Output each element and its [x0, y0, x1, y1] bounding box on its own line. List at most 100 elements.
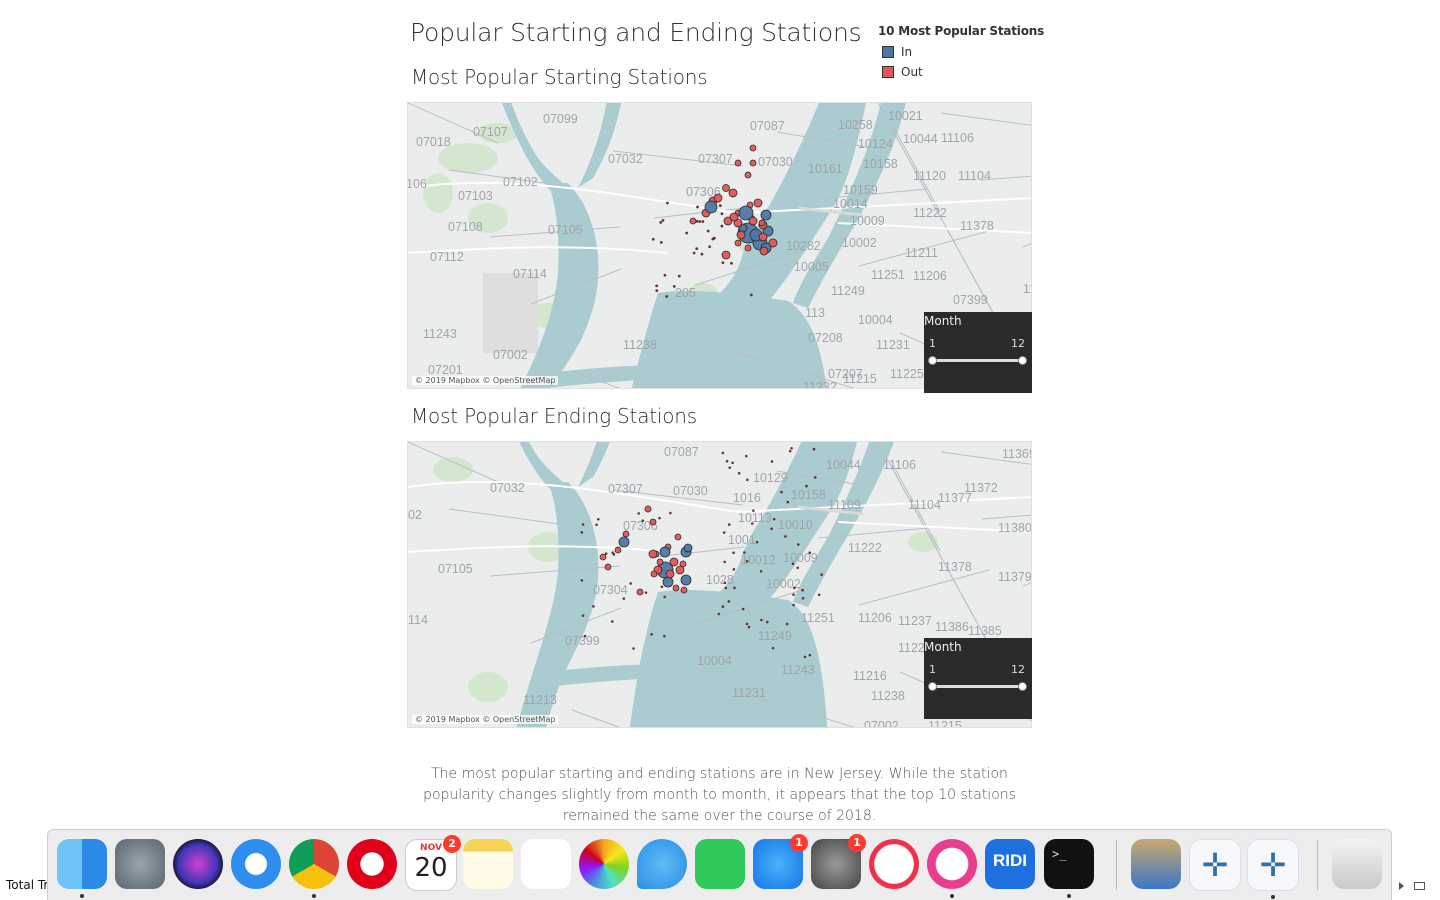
station-mark[interactable]	[674, 533, 682, 541]
station-mark[interactable]	[770, 527, 773, 531]
tableau-icon[interactable]: ✛	[1247, 839, 1299, 899]
station-mark[interactable]	[723, 560, 726, 564]
station-mark[interactable]	[746, 478, 749, 482]
station-mark[interactable]	[665, 295, 669, 298]
station-mark[interactable]	[712, 236, 716, 240]
station-mark[interactable]	[680, 574, 692, 586]
station-mark[interactable]	[758, 232, 768, 242]
station-mark[interactable]	[596, 517, 600, 521]
station-mark[interactable]	[698, 220, 702, 224]
station-mark[interactable]	[805, 484, 808, 488]
station-mark[interactable]	[717, 612, 721, 616]
station-mark[interactable]	[747, 625, 751, 629]
reminders-icon[interactable]	[521, 839, 571, 889]
station-mark[interactable]	[753, 198, 763, 208]
station-mark[interactable]	[708, 245, 712, 249]
system-preferences-icon[interactable]: 1	[811, 834, 866, 889]
station-mark[interactable]	[683, 543, 693, 553]
station-mark[interactable]	[663, 634, 666, 638]
app-store-icon[interactable]: 1	[753, 834, 808, 889]
station-mark[interactable]	[595, 523, 598, 527]
station-mark[interactable]	[581, 614, 585, 617]
station-mark[interactable]	[796, 566, 800, 570]
station-mark[interactable]	[622, 597, 626, 600]
news-icon[interactable]	[869, 839, 919, 889]
station-mark[interactable]	[791, 562, 795, 566]
station-mark[interactable]	[665, 201, 669, 205]
station-mark[interactable]	[720, 224, 724, 228]
station-mark[interactable]	[752, 509, 755, 512]
station-mark[interactable]	[658, 516, 661, 520]
station-mark[interactable]	[722, 184, 730, 192]
station-mark[interactable]	[680, 586, 688, 594]
end-month-slider-track[interactable]	[933, 685, 1023, 688]
station-mark[interactable]	[817, 593, 821, 597]
station-mark[interactable]	[704, 200, 718, 214]
station-mark[interactable]	[721, 451, 725, 455]
station-mark[interactable]	[692, 251, 696, 255]
station-mark[interactable]	[629, 582, 632, 585]
station-mark[interactable]	[820, 573, 823, 576]
station-mark[interactable]	[788, 449, 792, 453]
station-mark[interactable]	[771, 646, 775, 650]
notes-icon[interactable]	[463, 839, 513, 889]
end-month-slider-max-handle[interactable]	[1018, 682, 1027, 691]
itunes-icon[interactable]	[927, 839, 977, 898]
station-mark[interactable]	[721, 605, 725, 608]
station-mark[interactable]	[677, 274, 681, 278]
station-mark[interactable]	[618, 536, 630, 548]
ridi-icon[interactable]: RIDI	[985, 839, 1035, 889]
station-mark[interactable]	[644, 505, 652, 513]
photos-icon[interactable]	[579, 839, 629, 889]
legend-item-out[interactable]: Out	[878, 64, 1044, 79]
station-mark[interactable]	[812, 447, 816, 451]
station-mark[interactable]	[760, 618, 763, 622]
station-mark[interactable]	[732, 551, 735, 555]
station-mark[interactable]	[632, 647, 635, 650]
station-mark[interactable]	[744, 454, 748, 458]
station-mark[interactable]	[649, 518, 657, 526]
messages-icon[interactable]	[637, 839, 687, 889]
station-mark[interactable]	[803, 655, 807, 659]
start-map-attribution[interactable]: © 2019 Mapbox © OpenStreetMap	[412, 376, 559, 385]
station-mark[interactable]	[725, 459, 729, 463]
station-mark[interactable]	[765, 620, 769, 624]
station-mark[interactable]	[695, 247, 699, 251]
station-mark[interactable]	[784, 535, 787, 538]
station-mark[interactable]	[599, 553, 607, 561]
station-mark[interactable]	[660, 585, 664, 589]
station-mark[interactable]	[700, 252, 704, 256]
station-mark[interactable]	[734, 239, 742, 247]
station-mark[interactable]	[731, 461, 734, 465]
station-mark[interactable]	[759, 246, 769, 256]
station-mark[interactable]	[713, 193, 723, 203]
legend-item-in[interactable]: In	[878, 44, 1044, 59]
station-mark[interactable]	[749, 293, 753, 297]
station-mark[interactable]	[663, 595, 666, 599]
preview-icon[interactable]	[1131, 839, 1181, 889]
station-mark[interactable]	[723, 581, 727, 585]
station-mark[interactable]	[592, 605, 595, 608]
trash-icon[interactable]	[1332, 839, 1382, 889]
station-mark[interactable]	[801, 596, 805, 600]
station-mark[interactable]	[721, 250, 731, 260]
station-mark[interactable]	[750, 522, 754, 525]
station-mark[interactable]	[727, 523, 731, 526]
station-mark[interactable]	[744, 244, 752, 252]
station-mark[interactable]	[611, 551, 615, 554]
station-mark[interactable]	[581, 523, 585, 526]
station-mark[interactable]	[790, 446, 793, 450]
station-mark[interactable]	[648, 549, 658, 559]
station-mark[interactable]	[730, 261, 733, 265]
station-mark[interactable]	[644, 591, 648, 594]
station-mark[interactable]	[651, 237, 655, 241]
station-mark[interactable]	[583, 634, 587, 638]
station-mark[interactable]	[743, 551, 746, 554]
station-mark[interactable]	[728, 188, 738, 198]
station-mark[interactable]	[737, 471, 741, 475]
station-mark[interactable]	[755, 540, 759, 544]
station-mark[interactable]	[741, 607, 745, 611]
station-mark[interactable]	[749, 144, 757, 152]
station-mark[interactable]	[801, 588, 804, 592]
station-mark[interactable]	[636, 588, 644, 596]
